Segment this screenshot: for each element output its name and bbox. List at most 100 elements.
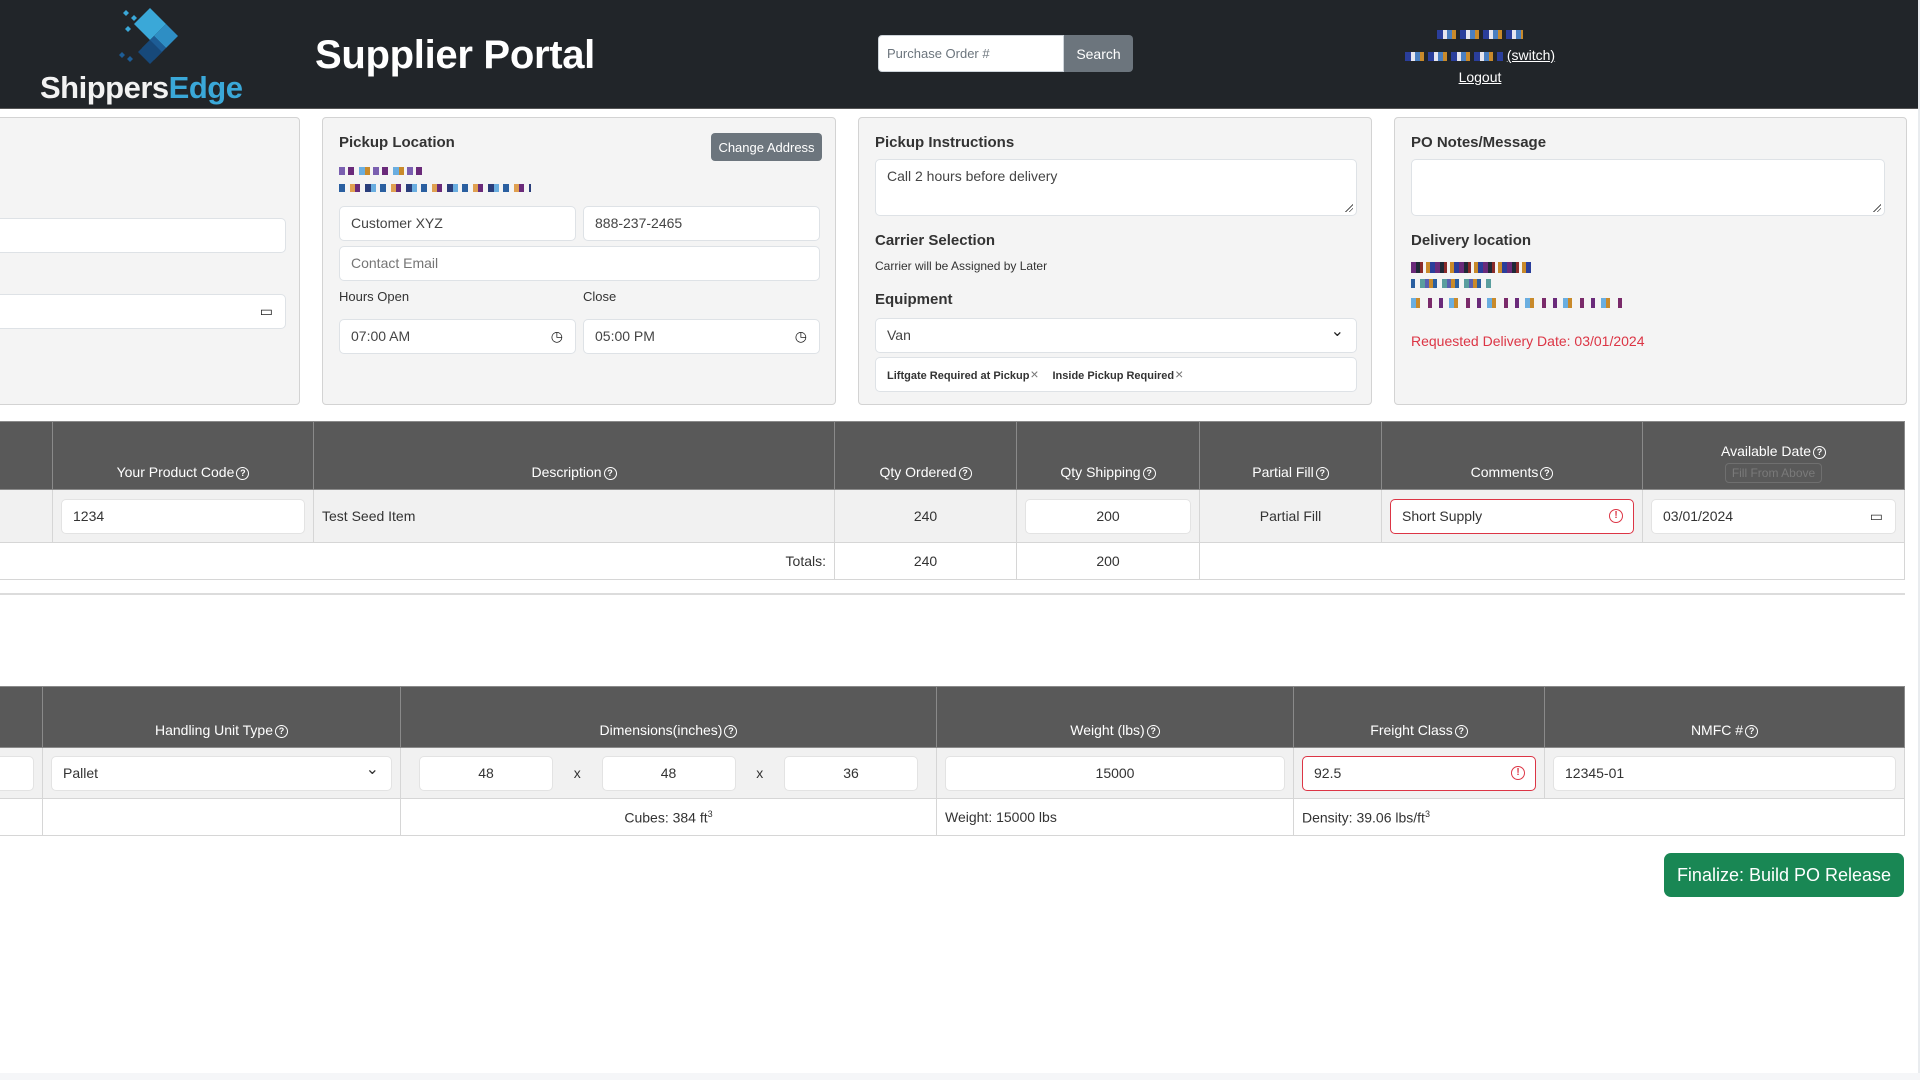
help-icon[interactable]: ? xyxy=(1142,467,1156,480)
equipment-select[interactable]: Van ⌄ xyxy=(875,318,1357,353)
qty-shipping-cell: 200 xyxy=(1016,489,1200,543)
available-date-input[interactable]: 03/01/2024 ▭ xyxy=(1651,498,1896,534)
help-icon[interactable]: ? xyxy=(275,725,289,738)
product-code-cell: 1234 xyxy=(52,489,314,543)
unit-count-input[interactable] xyxy=(0,755,34,791)
dimension-separator: x xyxy=(756,765,764,781)
po-notes-textarea[interactable] xyxy=(1411,159,1885,216)
accessorial-tag-label: Inside Pickup Required xyxy=(1052,370,1175,382)
qty-shipping-input[interactable]: 200 xyxy=(1025,498,1191,534)
height-input[interactable]: 36 xyxy=(784,755,918,791)
accessorial-tag: Inside Pickup Required× xyxy=(1052,358,1184,391)
clock-icon[interactable]: ◷ xyxy=(795,320,807,353)
help-icon[interactable]: ? xyxy=(1540,467,1554,480)
close-label: Close xyxy=(583,289,617,304)
close-time-input[interactable]: 05:00 PM ◷ xyxy=(583,319,820,354)
summary-row: Cubes: 384 ft3 Weight: 15000 lbs Density… xyxy=(0,798,1905,836)
help-icon[interactable]: ? xyxy=(958,467,972,480)
column-header-units xyxy=(0,686,43,748)
table-header-row: Handling Unit Type? Dimensions(inches)? … xyxy=(0,686,1905,748)
po-notes-card: PO Notes/Message Delivery location Reque… xyxy=(1394,117,1907,405)
chevron-down-icon: ⌄ xyxy=(365,760,379,778)
column-header-partial-fill: Partial Fill? xyxy=(1199,421,1382,490)
contact-email-input[interactable]: Contact Email xyxy=(339,246,820,281)
column-header-product-code: Your Product Code? xyxy=(52,421,314,490)
handling-unit-type-select[interactable]: Pallet ⌄ xyxy=(51,755,392,791)
cubes-value: Cubes: 384 ft xyxy=(624,809,708,826)
pickup-company-input[interactable]: Customer XYZ xyxy=(339,206,576,241)
column-header-comments: Comments? xyxy=(1381,421,1643,490)
fill-from-above-button[interactable]: Fill From Above xyxy=(1724,463,1823,483)
help-icon[interactable]: ? xyxy=(236,467,250,480)
product-code-input[interactable]: 1234 xyxy=(61,498,305,534)
equipment-title: Equipment xyxy=(875,291,953,308)
help-icon[interactable]: ? xyxy=(724,725,738,738)
hours-open-input[interactable]: 07:00 AM ◷ xyxy=(339,319,576,354)
cubes-summary: Cubes: 384 ft3 xyxy=(400,798,937,836)
page-footer-strip xyxy=(0,1073,1920,1080)
nmfc-cell: 12345-01 xyxy=(1544,747,1905,799)
pickup-phone-input[interactable]: 888-237-2465 xyxy=(583,206,820,241)
remove-tag-icon[interactable]: × xyxy=(1175,366,1183,382)
unit-count-cell xyxy=(0,747,43,799)
column-header-qty-ordered: Qty Ordered? xyxy=(834,421,1017,490)
weight-input[interactable]: 15000 xyxy=(945,755,1285,791)
accessorials-multiselect[interactable]: Liftgate Required at Pickup× Inside Pick… xyxy=(875,357,1357,392)
po-items-table: Your Product Code? Description? Qty Orde… xyxy=(0,421,1905,580)
width-input[interactable]: 48 xyxy=(601,755,736,791)
pickup-instructions-card: Pickup Instructions Call 2 hours before … xyxy=(858,117,1372,405)
logo-wordmark: ShippersEdge xyxy=(40,70,243,106)
column-header-description: Description? xyxy=(313,421,835,490)
top-navbar: ShippersEdge Supplier Portal Search (swi… xyxy=(0,0,1918,109)
pickup-address-line2-redacted xyxy=(339,184,531,192)
change-address-button[interactable]: Change Address xyxy=(711,133,822,161)
shippersedge-logo[interactable]: ShippersEdge xyxy=(36,6,246,106)
length-input[interactable]: 48 xyxy=(419,755,553,791)
pickup-instructions-textarea[interactable]: Call 2 hours before delivery xyxy=(875,159,1357,216)
po-search-input[interactable] xyxy=(878,35,1064,72)
resize-handle-icon[interactable] xyxy=(1872,203,1881,212)
summary-empty xyxy=(42,798,401,836)
logout-link[interactable]: Logout xyxy=(1459,69,1502,85)
switch-account-link[interactable]: (switch) xyxy=(1507,47,1555,63)
hours-open-label: Hours Open xyxy=(339,289,410,304)
remove-tag-icon[interactable]: × xyxy=(1030,366,1038,382)
available-date-cell: 03/01/2024 ▭ xyxy=(1642,489,1905,543)
column-header-nmfc: NMFC #? xyxy=(1544,686,1905,748)
help-icon[interactable]: ? xyxy=(1454,725,1468,738)
partial-fill-cell: Partial Fill xyxy=(1199,489,1382,543)
density-value: Density: 39.06 lbs/ft xyxy=(1302,809,1425,826)
logo-text-edge: Edge xyxy=(168,70,243,105)
comments-input[interactable]: Short Supply! xyxy=(1390,498,1634,534)
pickup-location-title: Pickup Location xyxy=(339,134,455,151)
help-icon[interactable]: ? xyxy=(1745,725,1759,738)
calendar-icon[interactable]: ▭ xyxy=(260,295,273,328)
column-header-qty-shipping: Qty Shipping? xyxy=(1016,421,1200,490)
calendar-icon[interactable]: ▭ xyxy=(1870,500,1883,533)
handling-units-table: Handling Unit Type? Dimensions(inches)? … xyxy=(0,686,1905,836)
help-icon[interactable]: ? xyxy=(1315,467,1329,480)
pickup-instructions-value: Call 2 hours before delivery xyxy=(887,168,1058,184)
pickup-instructions-title: Pickup Instructions xyxy=(875,134,1015,151)
section-divider xyxy=(0,593,1905,595)
po-date-input[interactable]: ▭ xyxy=(0,294,286,329)
help-icon[interactable]: ? xyxy=(603,467,617,480)
nmfc-input[interactable]: 12345-01 xyxy=(1553,755,1896,791)
column-header-freight-class: Freight Class? xyxy=(1293,686,1545,748)
search-button[interactable]: Search xyxy=(1064,35,1133,72)
hours-open-value: 07:00 AM xyxy=(351,328,411,344)
freight-class-input[interactable]: 92.5! xyxy=(1302,755,1536,791)
help-icon[interactable]: ? xyxy=(1813,446,1827,459)
clock-icon[interactable]: ◷ xyxy=(551,320,563,353)
dimensions-cell: 48 x 48 x 36 xyxy=(400,747,937,799)
table-header-row: Your Product Code? Description? Qty Orde… xyxy=(0,421,1905,490)
table-row: 1234 Test Seed Item 240 200 Partial Fill… xyxy=(0,489,1905,543)
column-header-weight: Weight (lbs)? xyxy=(936,686,1294,748)
totals-row: Totals: 240 200 xyxy=(0,542,1905,580)
finalize-build-po-release-button[interactable]: Finalize: Build PO Release xyxy=(1664,853,1904,897)
weight-cell: 15000 xyxy=(936,747,1294,799)
help-icon[interactable]: ? xyxy=(1146,725,1160,738)
freight-class-value: 92.5 xyxy=(1314,764,1342,781)
po-details-input[interactable] xyxy=(0,218,286,253)
resize-handle-icon[interactable] xyxy=(1344,203,1353,212)
